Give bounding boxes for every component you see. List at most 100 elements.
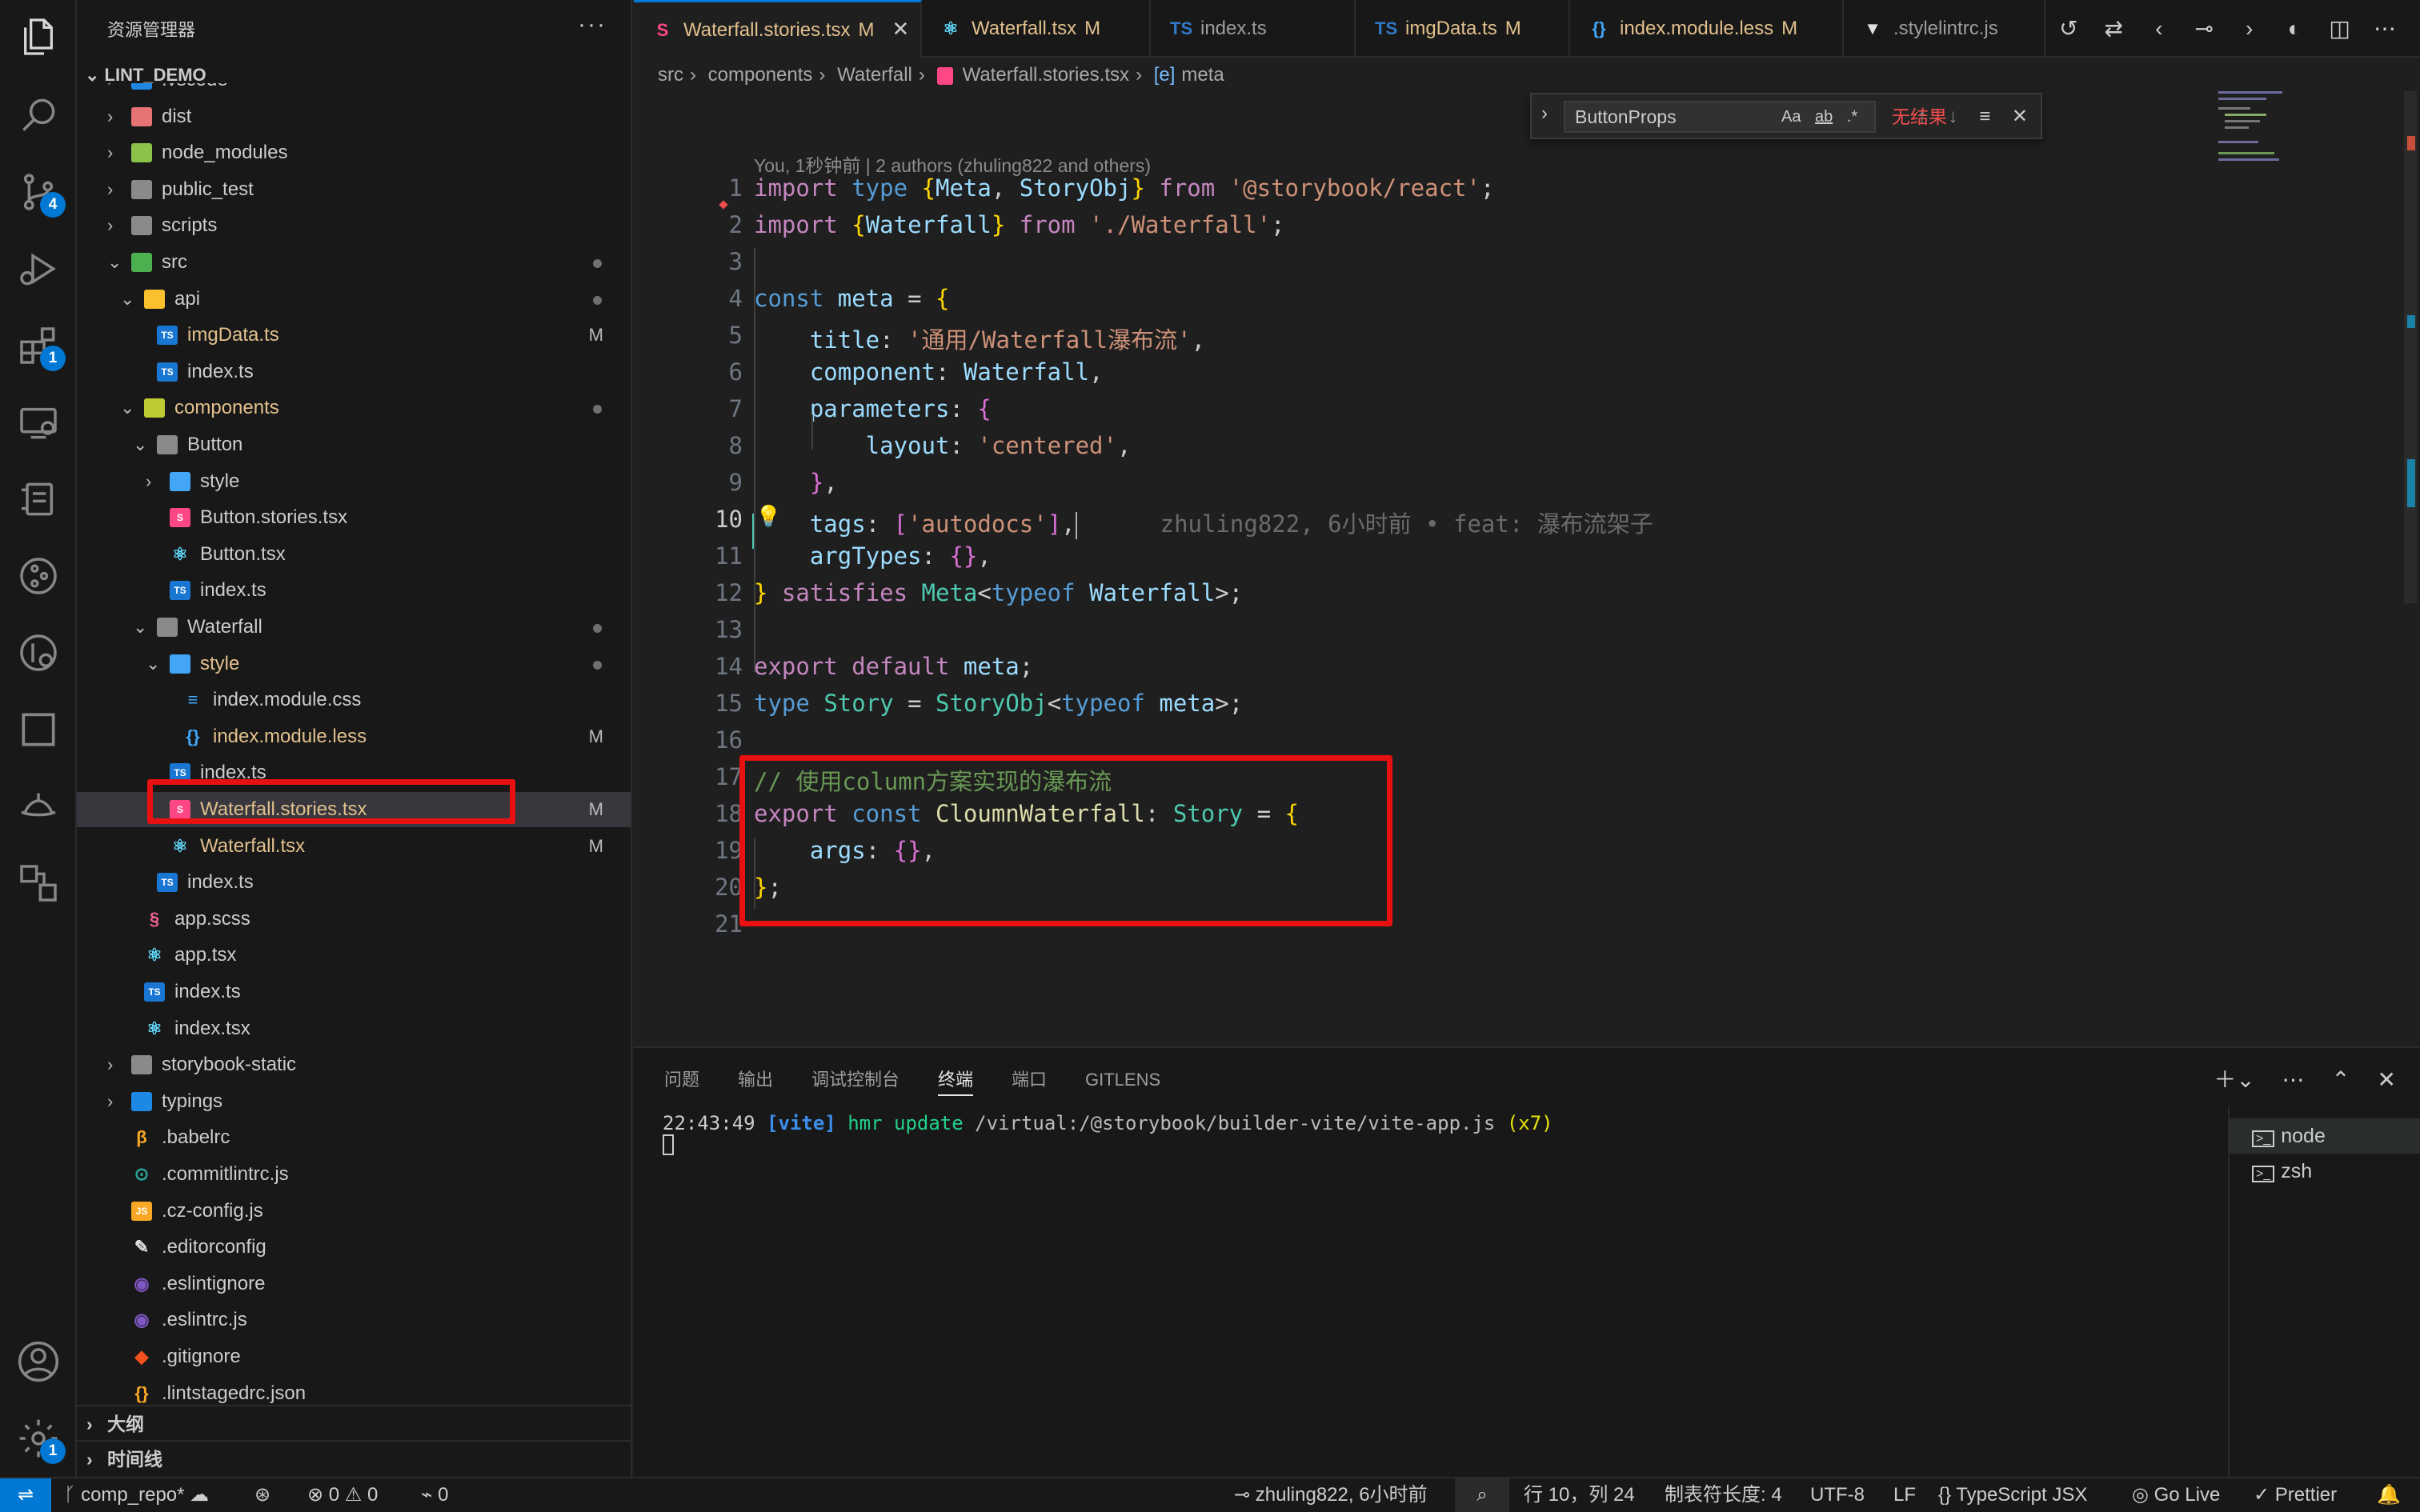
eol[interactable]: LF <box>1893 1478 1916 1512</box>
code-line[interactable]: type Story = StoryObj<typeof meta>; <box>754 690 1243 717</box>
folder-item[interactable]: › typings <box>77 1084 631 1119</box>
tab-output[interactable]: 输出 <box>738 1064 773 1096</box>
history-icon[interactable]: ↺ <box>2053 13 2085 45</box>
folder-item[interactable]: ⌄ components <box>77 390 631 426</box>
whole-word-button[interactable]: ab <box>1815 108 1833 126</box>
file-item[interactable]: TS index.ts <box>77 354 631 390</box>
encoding[interactable]: UTF-8 <box>1810 1478 1865 1512</box>
file-item[interactable]: ⚛ Waterfall.tsx M <box>77 829 631 864</box>
file-item[interactable]: TS index.ts <box>77 865 631 900</box>
file-item[interactable]: S Button.stories.tsx <box>77 500 631 535</box>
match-case-button[interactable]: Aa <box>1781 108 1801 126</box>
code-line[interactable]: }, <box>754 469 838 496</box>
folder-item[interactable]: › node_modules <box>77 135 631 170</box>
arrow-up-icon[interactable]: ↑ <box>1917 106 1927 127</box>
tab-2[interactable]: ⚛ Waterfall.tsx M <box>922 0 1151 58</box>
file-item[interactable]: TS index.ts <box>77 573 631 608</box>
chevron-right-icon[interactable]: › <box>1541 102 1548 125</box>
file-item[interactable]: TS imgData.ts M <box>77 318 631 353</box>
lamp-icon[interactable] <box>16 784 61 829</box>
tab-ports[interactable]: 端口 <box>1012 1064 1047 1096</box>
gitlens-forward-icon[interactable]: › <box>2234 13 2266 45</box>
bell-icon[interactable]: 🔔 <box>2377 1478 2401 1512</box>
folder-item[interactable]: › style <box>77 464 631 499</box>
prettier-status[interactable]: ✓ Prettier <box>2254 1478 2337 1512</box>
regex-button[interactable]: .* <box>1847 108 1857 126</box>
timeline-section[interactable]: › 时间线 <box>77 1440 631 1475</box>
file-item[interactable]: ⚛ Button.tsx <box>77 537 631 572</box>
cursor-position[interactable]: 行 10，列 24 <box>1524 1478 1635 1512</box>
gitlens-back-icon[interactable]: ‹ <box>2143 13 2175 45</box>
file-item[interactable]: {} index.module.less M <box>77 719 631 754</box>
tab-1[interactable]: S Waterfall.stories.tsx M ✕ <box>634 0 922 58</box>
source-control-icon[interactable]: 4 <box>16 170 66 218</box>
search-icon[interactable] <box>16 93 61 138</box>
code-line[interactable]: import {Waterfall} from './Waterfall'; <box>754 211 1285 238</box>
folder-item[interactable]: › public_test <box>77 172 631 207</box>
code-line[interactable]: argTypes: {}, <box>754 542 992 570</box>
tab-6[interactable]: ▼ .stylelintrc.js <box>1844 0 2045 58</box>
file-item[interactable]: ⚛ app.tsx <box>77 938 631 973</box>
breadcrumb-waterfall[interactable]: Waterfall <box>837 64 912 86</box>
terminal-zsh[interactable]: >_ zsh <box>2230 1154 2420 1189</box>
new-terminal-icon[interactable]: ＋⌄ <box>2214 1067 2254 1092</box>
split-editor-icon[interactable]: ◫ <box>2324 13 2356 45</box>
code-line[interactable]: import type {Meta, StoryObj} from '@stor… <box>754 174 1494 202</box>
remote-indicator[interactable]: ⇌ <box>0 1478 51 1512</box>
gitlens-blame-icon[interactable]: ◐ <box>2278 13 2310 45</box>
file-item[interactable]: ✎ .editorconfig <box>77 1230 631 1265</box>
folder-item[interactable]: › .vscode <box>77 83 631 98</box>
code-editor[interactable]: You, 1秒钟前 | 2 authors (zhuling822 and ot… <box>634 91 2420 1045</box>
close-icon[interactable]: ✕ <box>2012 106 2028 127</box>
remote-explorer-icon[interactable] <box>16 400 61 445</box>
inline-blame[interactable]: zhuling822, 6小时前 • feat: 瀑布流架子 <box>1160 510 1653 538</box>
code-line[interactable]: component: Waterfall, <box>754 358 1104 386</box>
code-line[interactable]: export default meta; <box>754 653 1033 680</box>
compare-icon[interactable]: ⇄ <box>2097 13 2130 45</box>
file-item[interactable]: ◉ .eslintrc.js <box>77 1302 631 1338</box>
file-item[interactable]: TS index.ts <box>77 974 631 1010</box>
account-icon[interactable] <box>16 1339 61 1384</box>
breadcrumb-file[interactable]: Waterfall.stories.tsx <box>963 64 1130 86</box>
testing-icon[interactable] <box>16 477 61 522</box>
arrow-down-icon[interactable]: ↓ <box>1949 106 1958 127</box>
outline-section[interactable]: › 大纲 <box>77 1405 631 1440</box>
lightbulb-icon[interactable]: 💡 <box>755 504 781 529</box>
gitlens-status-icon[interactable]: ⊛ <box>254 1478 270 1512</box>
square-icon[interactable] <box>16 707 61 752</box>
code-line[interactable]: } satisfies Meta<typeof Waterfall>; <box>754 579 1243 606</box>
folder-item[interactable]: › dist <box>77 99 631 134</box>
code-line[interactable]: title: '通用/Waterfall瀑布流', <box>754 322 1205 355</box>
file-item[interactable]: § app.scss <box>77 902 631 937</box>
code-line[interactable]: const meta = { <box>754 285 949 312</box>
explorer-icon[interactable] <box>16 14 61 59</box>
find-in-selection-icon[interactable]: ≡ <box>1979 106 1990 127</box>
minimap[interactable] <box>2218 91 2314 163</box>
folder-item[interactable]: ⌄ Button <box>77 427 631 462</box>
gitlens-icon[interactable] <box>16 630 61 675</box>
folder-item[interactable]: ⌄ style <box>77 646 631 682</box>
ports-status[interactable]: ⌁ 0 <box>421 1478 448 1512</box>
explorer-more-button[interactable]: ··· <box>578 11 607 38</box>
run-debug-icon[interactable] <box>16 246 61 291</box>
editor-scrollbar[interactable] <box>2401 91 2420 603</box>
git-graph-icon[interactable] <box>16 554 61 598</box>
file-item[interactable]: JS .cz-config.js <box>77 1194 631 1229</box>
breadcrumb-components[interactable]: components <box>708 64 813 86</box>
breadcrumb-symbol[interactable]: meta <box>1181 64 1224 86</box>
file-item[interactable]: ⊙ .commitlintrc.js <box>77 1157 631 1192</box>
file-item[interactable]: ≡ index.module.css <box>77 682 631 718</box>
terminal-node[interactable]: >_ node <box>2230 1118 2420 1154</box>
tab-size[interactable]: 制表符长度: 4 <box>1665 1478 1782 1512</box>
folder-item[interactable]: › scripts <box>77 208 631 243</box>
remote-connect-icon[interactable] <box>16 861 61 906</box>
tab-problems[interactable]: 问题 <box>664 1064 699 1096</box>
tab-5[interactable]: {} index.module.less M <box>1570 0 1844 58</box>
tab-debug-console[interactable]: 调试控制台 <box>811 1064 899 1096</box>
blame-status[interactable]: ⊸ zhuling822, 6小时前 <box>1234 1478 1428 1512</box>
branch-status[interactable]: ᚴ comp_repo* ☁ <box>64 1478 209 1512</box>
tab-3[interactable]: TS index.ts <box>1151 0 1356 58</box>
code-line[interactable]: layout: 'centered', <box>754 432 1132 459</box>
language-mode[interactable]: {} TypeScript JSX <box>1938 1478 2087 1512</box>
folder-item[interactable]: ⌄ api <box>77 282 631 317</box>
